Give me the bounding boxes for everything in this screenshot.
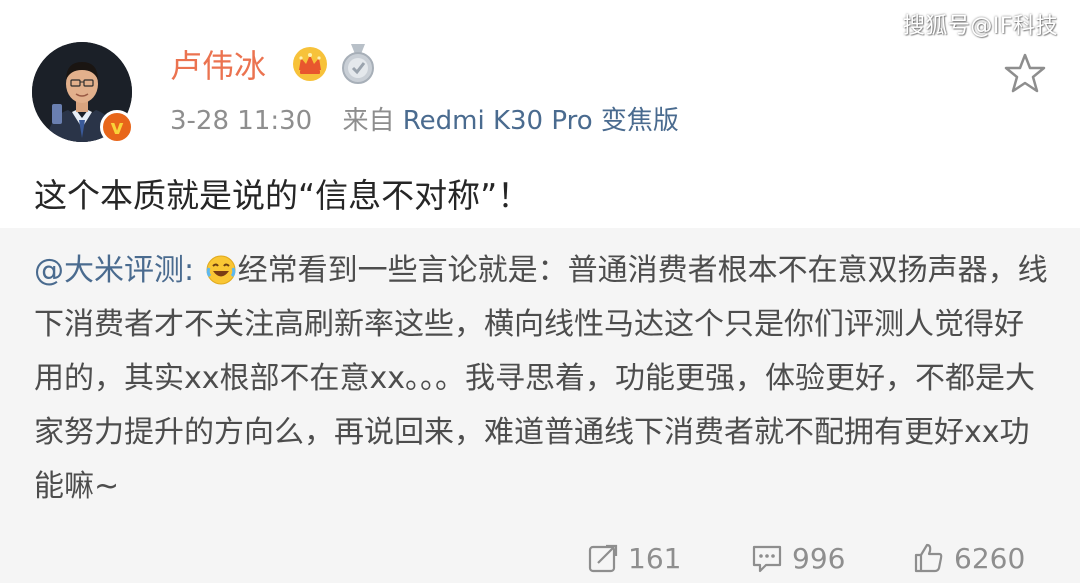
crown-icon[interactable] — [292, 46, 328, 82]
source-prefix: 来自 — [342, 106, 395, 136]
source-device-link[interactable]: Redmi K30 Pro 变焦版 — [403, 106, 679, 136]
verified-badge: v — [100, 110, 134, 144]
author-name[interactable]: 卢伟冰 — [170, 44, 266, 88]
like-button[interactable]: 6260 — [912, 538, 1025, 578]
post-text: 这个本质就是说的“信息不对称”！ — [34, 176, 531, 215]
comment-icon — [752, 545, 782, 573]
medal-icon[interactable] — [340, 44, 376, 86]
action-bar: 161 996 6260 — [0, 538, 1080, 578]
weibo-post-card: 搜狐号@IF科技 v 卢伟冰 3-28 11:30 来自 Redmi K30 P… — [0, 0, 1080, 583]
laughing-tears-icon — [206, 255, 236, 285]
comment-button[interactable]: 996 — [750, 538, 845, 578]
post-meta: 3-28 11:30 来自 Redmi K30 Pro 变焦版 — [170, 104, 679, 138]
repost-button[interactable]: 161 — [586, 538, 681, 578]
repost-count: 161 — [628, 541, 682, 575]
like-icon — [914, 543, 943, 573]
post-time: 3-28 11:30 — [170, 106, 313, 136]
watermark: 搜狐号@IF科技 — [902, 14, 1058, 39]
like-count: 6260 — [954, 541, 1026, 575]
mention-link[interactable]: @大米评测: — [34, 253, 194, 288]
star-icon[interactable] — [1004, 52, 1046, 94]
repost-icon — [588, 544, 618, 573]
repost-body: 经常看到一些言论就是：普通消费者根本不在意双扬声器，线下消费者才不关注高刷新率这… — [34, 253, 1048, 504]
quoted-repost[interactable]: @大米评测: 经常看到一些言论就是：普通消费者根本不在意双扬声器，线下消费者才不… — [0, 228, 1080, 583]
repost-text-block: @大米评测: 经常看到一些言论就是：普通消费者根本不在意双扬声器，线下消费者才不… — [34, 244, 1052, 514]
comment-count: 996 — [792, 541, 846, 575]
